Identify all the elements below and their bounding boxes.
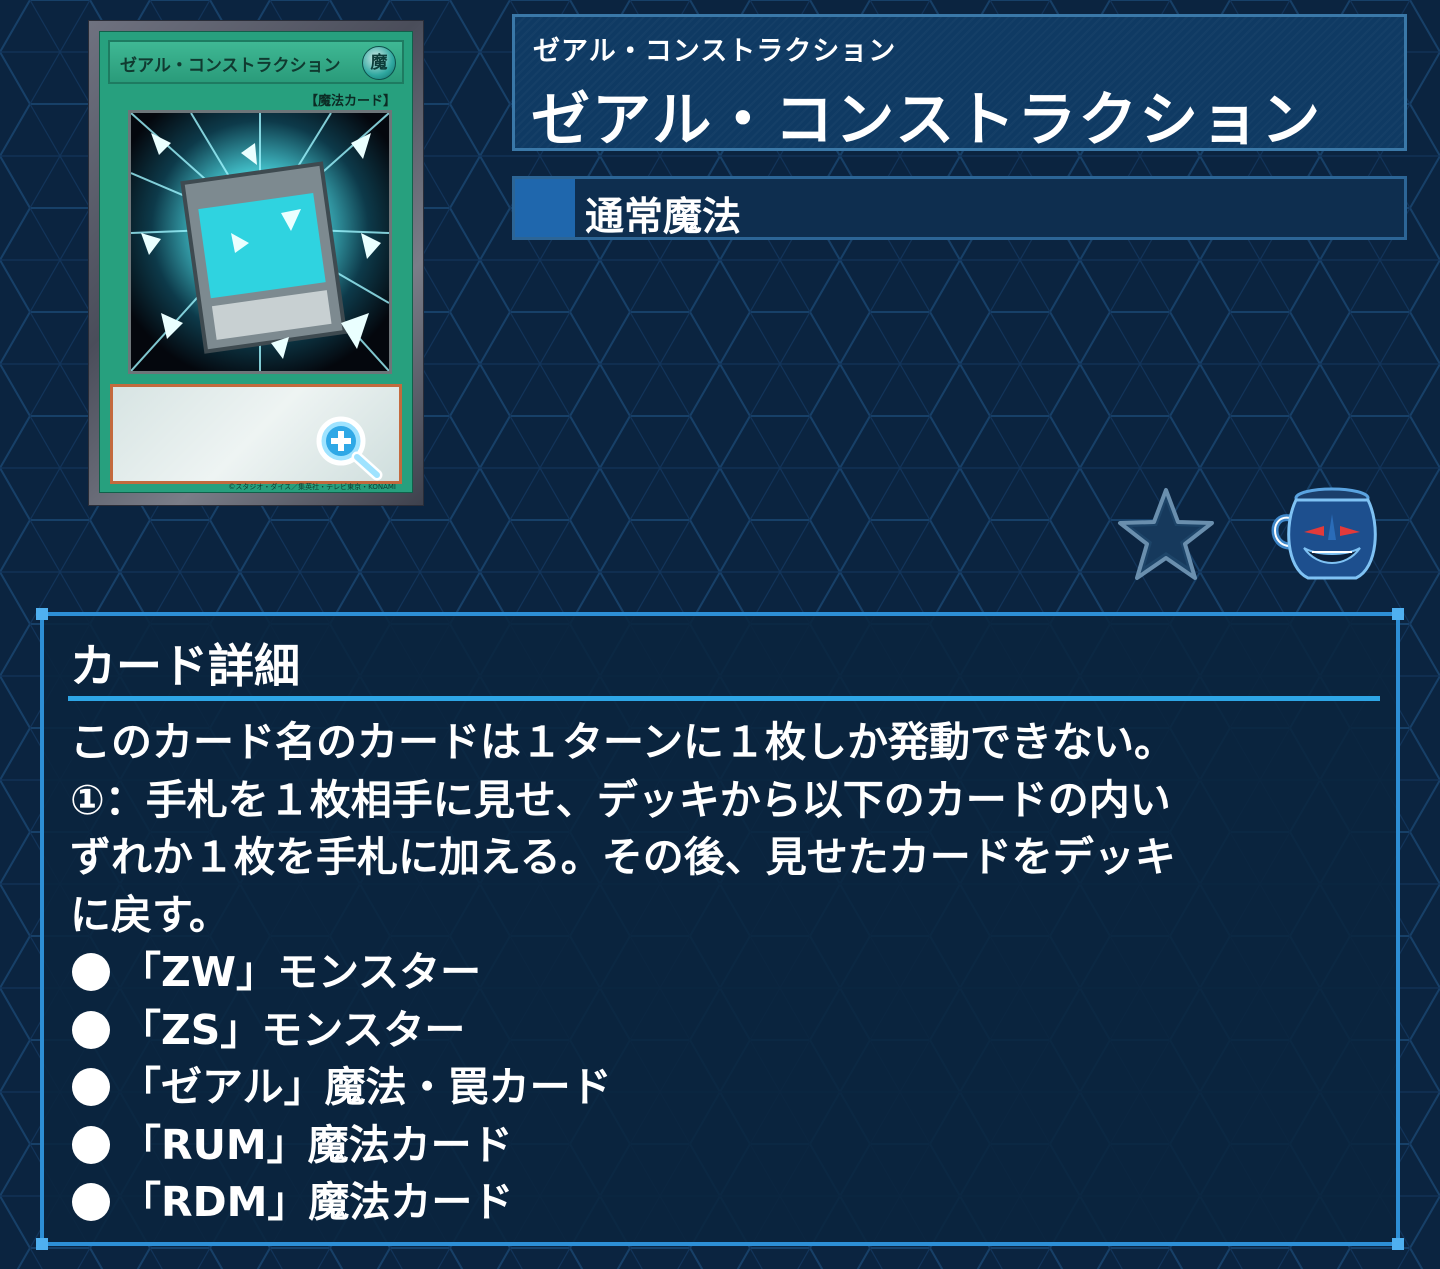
magnifier-plus-icon[interactable] — [311, 413, 387, 483]
effect-bullet-item: 「ZS」モンスター — [70, 1002, 1380, 1060]
star-icon[interactable] — [1116, 486, 1216, 582]
card-type: 通常魔法 — [585, 195, 742, 240]
bullet-icon — [72, 1125, 110, 1164]
effect-bullet-item: 「RDM」魔法カード — [70, 1174, 1380, 1232]
panel-corner — [1392, 1238, 1404, 1250]
effect-bullet-text: 「ZW」モンスター — [120, 948, 482, 996]
effect-line: ①：手札を１枚相手に見せ、デッキから以下のカードの内い — [70, 775, 1171, 824]
card-text-box — [110, 384, 402, 484]
spell-attribute-icon: 魔 — [362, 46, 396, 80]
effect-line: に戻す。 — [70, 890, 230, 939]
bullet-icon — [72, 953, 110, 991]
card-artwork — [128, 110, 392, 374]
effect-bullet-text: 「RUM」魔法カード — [120, 1120, 513, 1169]
type-marker — [515, 179, 575, 237]
panel-corner — [1392, 608, 1404, 620]
effect-bullet-text: 「RDM」魔法カード — [120, 1178, 514, 1226]
effect-line: このカード名のカードは１ターンに１枚しか発動できない。 — [70, 718, 1175, 766]
details-heading: カード詳細 — [70, 639, 300, 693]
bullet-icon — [72, 1183, 110, 1221]
card-name: ゼアル・コンストラクション — [120, 56, 341, 76]
panel-corner — [36, 608, 48, 620]
effect-bullet-text: 「ZS」モンスター — [120, 1005, 466, 1054]
card-title: ゼアル・コンストラクション — [531, 85, 1323, 154]
pot-of-greed-icon[interactable] — [1268, 484, 1388, 584]
card-effect-text: このカード名のカードは１ターンに１枚しか発動できない。 ①：手札を１枚相手に見せ… — [70, 714, 1380, 1232]
effect-bullet-item: 「ゼアル」魔法・罠カード — [70, 1059, 1380, 1117]
effect-bullet-item: 「ZW」モンスター — [70, 944, 1380, 1002]
effect-line: ずれか１枚を手札に加える。その後、見せたカードをデッキ — [70, 833, 1176, 881]
card-copyright: ©スタジオ・ダイス／集英社・テレビ東京・KONAMI — [228, 483, 396, 491]
bullet-icon — [72, 1068, 110, 1106]
card-title-ruby: ゼアル・コンストラクション — [533, 36, 897, 67]
panel-corner — [36, 1238, 48, 1250]
card-name-bar: ゼアル・コンストラクション 魔 — [108, 40, 404, 84]
card-type-label: 【魔法カード】 — [304, 94, 396, 109]
card-details-panel: カード詳細 このカード名のカードは１ターンに１枚しか発動できない。 ①：手札を１… — [36, 608, 1404, 1250]
card-image[interactable]: ゼアル・コンストラクション 魔 【魔法カード】 ©スタジオ・ダイス／集英社・テレ… — [88, 20, 424, 506]
card-type-panel: 通常魔法 — [512, 176, 1407, 240]
card-title-panel: ゼアル・コンストラクション ゼアル・コンストラクション — [512, 14, 1407, 154]
details-divider — [68, 696, 1380, 701]
card-face: ゼアル・コンストラクション 魔 【魔法カード】 ©スタジオ・ダイス／集英社・テレ… — [99, 31, 413, 493]
effect-bullet-item: 「RUM」魔法カード — [70, 1117, 1380, 1175]
effect-bullet-text: 「ゼアル」魔法・罠カード — [120, 1063, 612, 1111]
bullet-icon — [72, 1010, 110, 1049]
